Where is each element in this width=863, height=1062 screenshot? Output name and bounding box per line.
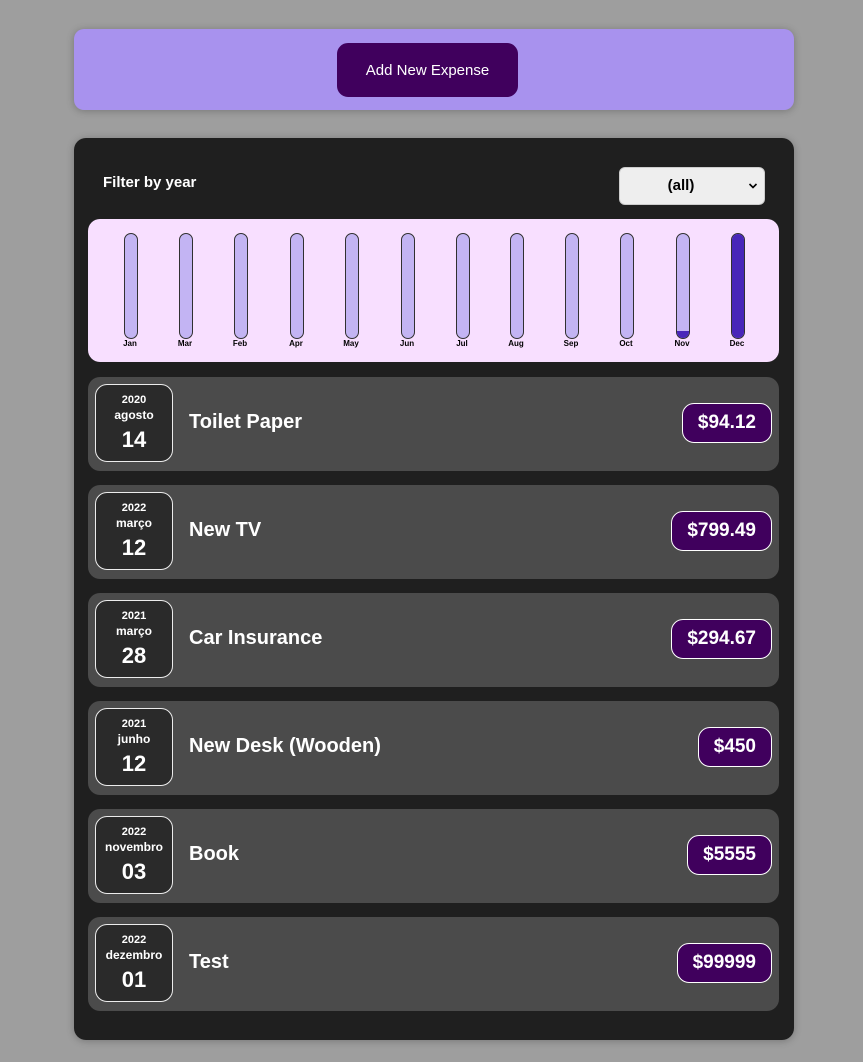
chart-bar-label: Aug — [508, 339, 524, 348]
chart-bar-track — [565, 233, 579, 339]
chart-bar-label: Feb — [232, 339, 248, 348]
expense-date-month: março — [115, 624, 153, 638]
year-filter-value: (all) — [667, 177, 695, 194]
expense-date-day: 12 — [121, 535, 147, 560]
expense-date-month: novembro — [104, 840, 163, 854]
chart-bar-label: Mar — [177, 339, 193, 348]
chart-bar-apr: Apr — [268, 233, 324, 349]
chart-bar-track — [124, 233, 138, 339]
chevron-down-icon — [748, 183, 758, 189]
chart-bar-jun: Jun — [379, 233, 435, 349]
expense-title: New TV — [189, 519, 262, 541]
expense-date-day: 03 — [121, 859, 147, 884]
expense-title: Car Insurance — [189, 627, 323, 649]
expense-date-day: 28 — [121, 643, 147, 668]
chart-bar-dec: Dec — [709, 233, 765, 349]
chart-bar-may: May — [323, 233, 379, 349]
chart-bar-label: Oct — [619, 339, 633, 348]
expense-title: New Desk (Wooden) — [189, 735, 381, 757]
expense-date: 2022 dezembro 01 — [95, 924, 173, 1002]
expense-date: 2022 novembro 03 — [95, 816, 173, 894]
chart-bar-track — [620, 233, 634, 339]
expense-amount: $99999 — [676, 943, 772, 983]
expense-date-year: 2022 — [121, 826, 147, 838]
expense-item[interactable]: 2022 novembro 03 Book $5555 — [88, 809, 779, 903]
chart-bar-label: Nov — [674, 339, 690, 348]
chart-bar-track — [676, 233, 690, 339]
chart-bar-track — [510, 233, 524, 339]
expense-title: Book — [189, 843, 239, 865]
chart-bar-oct: Oct — [598, 233, 654, 349]
chart-bar-aug: Aug — [488, 233, 544, 349]
chart-bar-track — [731, 233, 745, 339]
chart-bar-feb: Feb — [212, 233, 268, 349]
expense-date: 2020 agosto 14 — [95, 384, 173, 462]
expense-title: Test — [189, 951, 229, 973]
chart-bar-nov: Nov — [654, 233, 710, 349]
chart-bar-mar: Mar — [157, 233, 213, 349]
expense-date-month: agosto — [114, 408, 154, 422]
chart-bar-track — [345, 233, 359, 339]
chart-bar-track — [234, 233, 248, 339]
expense-date-day: 01 — [121, 967, 147, 992]
expense-date-day: 14 — [121, 427, 147, 452]
chart-bar-fill — [732, 234, 744, 338]
chart-bar-sep: Sep — [543, 233, 599, 349]
chart-bar-fill — [677, 330, 689, 338]
chart-bar-label: Sep — [563, 339, 579, 348]
expense-item[interactable]: 2021 junho 12 New Desk (Wooden) $450 — [88, 701, 779, 795]
chart-bar-track — [290, 233, 304, 339]
add-new-expense-button[interactable]: Add New Expense — [337, 43, 518, 97]
chart-bar-jul: Jul — [434, 233, 490, 349]
expense-amount: $450 — [697, 727, 772, 767]
expense-date-month: março — [115, 516, 153, 530]
expense-item[interactable]: 2020 agosto 14 Toilet Paper $94.12 — [88, 377, 779, 471]
expense-date-year: 2021 — [121, 610, 147, 622]
new-expense-panel: Add New Expense — [74, 29, 794, 110]
expense-date: 2021 junho 12 — [95, 708, 173, 786]
expense-amount: $294.67 — [671, 619, 772, 659]
chart-bar-jan: Jan — [102, 233, 158, 349]
expense-date-year: 2022 — [121, 934, 147, 946]
expense-amount: $94.12 — [681, 403, 772, 443]
chart-bar-track — [179, 233, 193, 339]
expense-date: 2021 março 28 — [95, 600, 173, 678]
expense-amount: $799.49 — [671, 511, 772, 551]
chart-bar-label: Apr — [289, 339, 303, 348]
filter-label: Filter by year — [103, 174, 197, 191]
expenses-panel: Filter by year (all) Jan Mar Feb Apr May Jun J… — [74, 138, 794, 1040]
expense-amount: $5555 — [687, 835, 772, 875]
expense-item[interactable]: 2022 março 12 New TV $799.49 — [88, 485, 779, 579]
expense-date-year: 2020 — [121, 394, 147, 406]
expense-date-month: dezembro — [105, 948, 163, 962]
expense-item[interactable]: 2021 março 28 Car Insurance $294.67 — [88, 593, 779, 687]
expenses-chart: Jan Mar Feb Apr May Jun Jul Aug Sep Oct Nov Dec — [88, 219, 779, 362]
chart-bar-track — [401, 233, 415, 339]
expense-date: 2022 março 12 — [95, 492, 173, 570]
expense-date-month: junho — [117, 732, 151, 746]
year-filter-select[interactable]: (all) — [619, 167, 765, 205]
expense-date-day: 12 — [121, 751, 147, 776]
chart-bar-label: Jan — [123, 339, 137, 348]
chart-bar-label: May — [343, 339, 359, 348]
expense-title: Toilet Paper — [189, 411, 302, 433]
chart-bar-label: Dec — [729, 339, 745, 348]
chart-bar-label: Jul — [456, 339, 468, 348]
chart-bar-track — [456, 233, 470, 339]
expense-date-year: 2022 — [121, 502, 147, 514]
expense-item[interactable]: 2022 dezembro 01 Test $99999 — [88, 917, 779, 1011]
expense-date-year: 2021 — [121, 718, 147, 730]
chart-bar-label: Jun — [399, 339, 415, 348]
